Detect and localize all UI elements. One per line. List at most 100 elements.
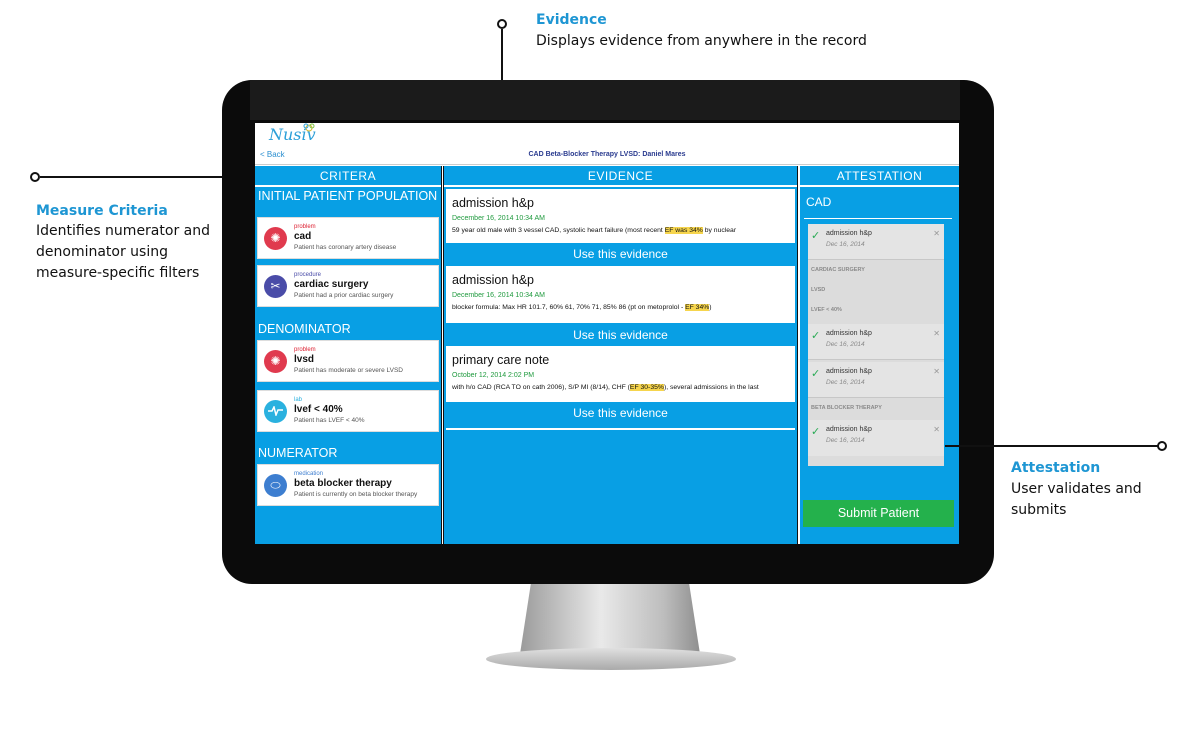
attestation-item: ✓ admission h&p Dec 16, 2014 ✕ (808, 324, 944, 360)
criteria-name: cardiac surgery (294, 279, 369, 290)
use-evidence-button[interactable]: Use this evidence (446, 404, 795, 422)
attestation-item-name: admission h&p (826, 426, 872, 433)
check-icon: ✓ (811, 330, 821, 342)
criteria-desc: Patient is currently on beta blocker the… (294, 491, 418, 498)
criteria-desc: Patient has LVEF < 40% (294, 417, 365, 424)
criteria-column: CRITERA INITIAL PATIENT POPULATION ✺ pro… (255, 166, 442, 544)
evidence-title: admission h&p (452, 196, 534, 210)
criteria-desc: Patient had a prior cardiac surgery (294, 292, 394, 299)
evidence-date: December 16, 2014 10:34 AM (452, 292, 546, 299)
logo-flower-icon (303, 123, 315, 132)
use-evidence-button[interactable]: Use this evidence (446, 326, 795, 344)
submit-patient-button[interactable]: Submit Patient (803, 500, 954, 527)
evidence-callout-title: Evidence (536, 12, 607, 28)
excerpt-highlight: EF 34% (685, 304, 710, 311)
criteria-callout-desc-line: measure-specific filters (36, 265, 200, 281)
attestation-column: ATTESTATION CAD ✓ admission h&p Dec 16, … (800, 166, 959, 544)
evidence-date: October 12, 2014 2:02 PM (452, 372, 535, 379)
evidence-excerpt: with h/o CAD (RCA TO on cath 2006), S/P … (452, 384, 759, 391)
criteria-callout-dot (30, 172, 40, 182)
app-topbar: Nusiv (255, 123, 959, 145)
attestation-title: CAD (806, 195, 832, 209)
check-icon: ✓ (811, 426, 821, 438)
criteria-desc: Patient has moderate or severe LVSD (294, 367, 403, 374)
app-screen: Nusiv < Back CAD Beta-Blocker Therapy LV… (255, 123, 959, 544)
use-evidence-button[interactable]: Use this evidence (446, 245, 795, 263)
attestation-group-label: BETA BLOCKER THERAPY (811, 405, 882, 411)
criteria-callout-title: Measure Criteria (36, 203, 168, 219)
attestation-item-date: Dec 16, 2014 (826, 341, 865, 348)
evidence-divider (446, 428, 795, 430)
evidence-title: admission h&p (452, 273, 534, 287)
criteria-card-cardiac-surgery[interactable]: ✂ procedure cardiac surgery Patient had … (257, 265, 439, 307)
criteria-type: problem (294, 224, 316, 230)
section-title-numerator: NUMERATOR (258, 446, 338, 460)
virus-icon: ✺ (264, 227, 287, 250)
evidence-header: EVIDENCE (444, 166, 797, 187)
pulse-icon (264, 400, 287, 423)
monitor-stand-base (486, 648, 736, 670)
excerpt-text: 59 year old male with 3 vessel CAD, syst… (452, 227, 665, 234)
check-icon: ✓ (811, 368, 821, 380)
attestation-callout-desc: User validates and submits (1011, 481, 1142, 518)
close-icon[interactable]: ✕ (933, 229, 940, 238)
attestation-item-date: Dec 16, 2014 (826, 437, 865, 444)
criteria-card-lvsd[interactable]: ✺ problem lvsd Patient has moderate or s… (257, 340, 439, 382)
criteria-name: lvsd (294, 354, 315, 365)
evidence-column: EVIDENCE admission h&p December 16, 2014… (443, 166, 798, 544)
attestation-item-date: Dec 16, 2014 (826, 379, 865, 386)
attestation-callout-title: Attestation (1011, 460, 1101, 476)
evidence-callout-desc: Displays evidence from anywhere in the r… (536, 33, 867, 49)
excerpt-text: with h/o CAD (RCA TO on cath 2006), S/P … (452, 384, 630, 391)
excerpt-text: blocker formula: Max HR 101.7, 60% 61, 7… (452, 304, 686, 311)
evidence-card: primary care note October 12, 2014 2:02 … (446, 346, 795, 402)
pill-icon: ⬭ (264, 474, 287, 497)
criteria-card-beta-blocker[interactable]: ⬭ medication beta blocker therapy Patien… (257, 464, 439, 506)
attestation-item-name: admission h&p (826, 230, 872, 237)
app-subbar: < Back CAD Beta-Blocker Therapy LVSD: Da… (255, 145, 959, 165)
excerpt-highlight: EF was 34% (664, 227, 703, 234)
excerpt-highlight: EF 30-35% (629, 384, 664, 391)
criteria-card-lvef[interactable]: lab lvef < 40% Patient has LVEF < 40% (257, 390, 439, 432)
evidence-title: primary care note (452, 353, 550, 367)
attestation-item: ✓ admission h&p Dec 16, 2014 ✕ (808, 224, 944, 260)
monitor-top-shade (250, 80, 960, 120)
evidence-callout-dot (497, 19, 507, 29)
attestation-item: ✓ admission h&p Dec 16, 2014 ✕ (808, 362, 944, 398)
excerpt-text: by nuclear (702, 227, 737, 234)
criteria-callout-desc-line: Identifies numerator and (36, 223, 210, 239)
attestation-item-name: admission h&p (826, 368, 872, 375)
evidence-excerpt: blocker formula: Max HR 101.7, 60% 61, 7… (452, 304, 712, 311)
page-title: CAD Beta-Blocker Therapy LVSD: Daniel Ma… (528, 151, 686, 158)
attestation-divider (804, 218, 952, 219)
evidence-card: admission h&p December 16, 2014 10:34 AM… (446, 189, 795, 243)
attestation-header: ATTESTATION (800, 166, 959, 187)
attestation-item: ✓ admission h&p Dec 16, 2014 ✕ (808, 420, 944, 456)
attestation-list: ✓ admission h&p Dec 16, 2014 ✕ CARDIAC S… (808, 224, 944, 466)
criteria-name: beta blocker therapy (294, 478, 392, 489)
attestation-item-name: admission h&p (826, 330, 872, 337)
criteria-callout-desc-line: denominator using (36, 244, 168, 260)
criteria-callout-desc: Identifies numerator and denominator usi… (36, 221, 210, 284)
section-title-denominator: DENOMINATOR (258, 322, 351, 336)
evidence-excerpt: 59 year old male with 3 vessel CAD, syst… (452, 227, 736, 234)
check-icon: ✓ (811, 230, 821, 242)
criteria-card-cad[interactable]: ✺ problem cad Patient has coronary arter… (257, 217, 439, 259)
attestation-callout-line (945, 445, 1160, 447)
section-title-initial-population: INITIAL PATIENT POPULATION (258, 189, 438, 203)
criteria-type: problem (294, 347, 316, 353)
attestation-item-date: Dec 16, 2014 (826, 241, 865, 248)
criteria-type: medication (294, 471, 324, 477)
evidence-date: December 16, 2014 10:34 AM (452, 215, 546, 222)
criteria-desc: Patient has coronary artery disease (294, 244, 397, 251)
scissors-icon: ✂ (264, 275, 287, 298)
criteria-header: CRITERA (255, 166, 441, 187)
close-icon[interactable]: ✕ (933, 425, 940, 434)
close-icon[interactable]: ✕ (933, 367, 940, 376)
criteria-name: cad (294, 231, 312, 242)
close-icon[interactable]: ✕ (933, 329, 940, 338)
attestation-group-label: CARDIAC SURGERY (811, 267, 865, 273)
virus-icon: ✺ (264, 350, 287, 373)
excerpt-text: ), several admissions in the last (663, 384, 759, 391)
criteria-name: lvef < 40% (294, 404, 343, 415)
